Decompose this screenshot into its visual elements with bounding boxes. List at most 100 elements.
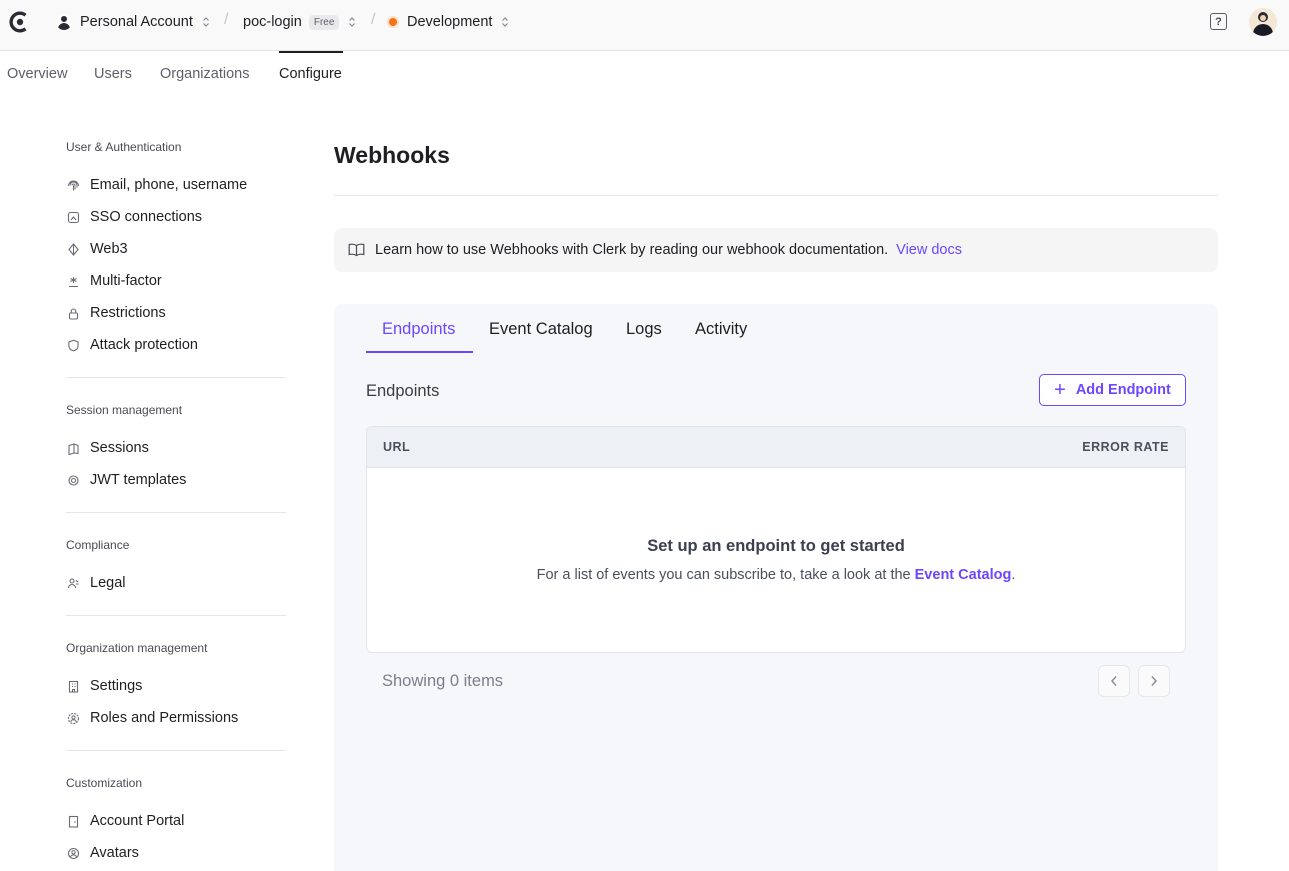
portal-icon (66, 814, 80, 828)
chevron-up-down-icon (348, 16, 356, 28)
column-header-url: URL (383, 440, 411, 454)
breadcrumb-separator: / (371, 11, 376, 28)
column-header-error-rate: ERROR RATE (1082, 440, 1169, 454)
sidebar-item-label: Sessions (90, 440, 149, 456)
sidebar-item-label: Roles and Permissions (90, 710, 239, 726)
sidebar-item-avatars[interactable]: Avatars (66, 845, 139, 861)
sidebar-item-restrictions[interactable]: Restrictions (66, 305, 166, 321)
view-docs-link[interactable]: View docs (896, 242, 962, 258)
table-header: URL ERROR RATE (367, 427, 1185, 468)
clerk-logo-icon[interactable] (9, 11, 31, 33)
sidebar-item-label: Restrictions (90, 305, 166, 321)
lock-icon (66, 306, 80, 320)
sidebar-item-jwt-templates[interactable]: JWT templates (66, 472, 186, 488)
next-page-button[interactable] (1138, 665, 1170, 697)
nav-overview[interactable]: Overview (7, 66, 67, 82)
chevron-right-icon (1151, 676, 1158, 686)
account-avatar (56, 14, 72, 30)
app-name: poc-login (243, 14, 302, 30)
pagination-status: Showing 0 items (382, 672, 504, 690)
sidebar-item-label: Legal (90, 575, 126, 591)
info-banner: Learn how to use Webhooks with Clerk by … (334, 228, 1218, 272)
sidebar-item-account-portal[interactable]: Account Portal (66, 813, 184, 829)
environment-dot-icon (389, 18, 397, 26)
sso-icon (66, 210, 80, 224)
chevron-left-icon (1110, 676, 1117, 686)
tab-event-catalog[interactable]: Event Catalog (489, 320, 593, 339)
title-divider (334, 195, 1218, 196)
sidebar-item-attack-protection[interactable]: Attack protection (66, 337, 198, 353)
sidebar-item-sessions[interactable]: Sessions (66, 440, 149, 456)
empty-state-subtitle: For a list of events you can subscribe t… (367, 567, 1185, 583)
event-catalog-link[interactable]: Event Catalog (915, 567, 1012, 583)
empty-state-period: . (1011, 567, 1016, 583)
tab-activity[interactable]: Activity (695, 320, 747, 339)
info-text: Learn how to use Webhooks with Clerk by … (375, 242, 889, 258)
tab-endpoints[interactable]: Endpoints (382, 320, 455, 339)
sidebar-item-legal[interactable]: Legal (66, 575, 125, 591)
sidebar-divider (66, 512, 286, 513)
section-title: Customization (66, 776, 143, 790)
nav-active-indicator (279, 51, 343, 53)
building-icon (66, 679, 80, 693)
empty-state-text: For a list of events you can subscribe t… (536, 567, 911, 583)
help-icon[interactable]: ? (1210, 13, 1227, 30)
sidebar-item-roles-and-permissions[interactable]: Roles and Permissions (66, 710, 238, 726)
account-name: Personal Account (80, 14, 193, 30)
sidebar-item-email-phone-username[interactable]: Email, phone, username (66, 177, 247, 193)
previous-page-button[interactable] (1098, 665, 1130, 697)
legal-icon (66, 576, 80, 590)
nav-organizations[interactable]: Organizations (160, 66, 249, 82)
section-title: User & Authentication (66, 140, 182, 154)
sidebar-item-label: Settings (90, 678, 143, 694)
primary-nav: Overview Users Organizations Configure (0, 51, 400, 97)
sidebar-item-label: Web3 (90, 241, 128, 257)
breadcrumb-separator: / (224, 11, 229, 28)
sessions-icon (66, 441, 80, 455)
webhooks-panel: Endpoints Event Catalog Logs Activity En… (334, 304, 1218, 871)
section-title: Organization management (66, 641, 208, 655)
fingerprint-icon (66, 178, 80, 192)
user-avatar[interactable] (1249, 8, 1277, 36)
page-title: Webhooks (334, 142, 450, 168)
top-bar: Personal Account / poc-login Free / Deve… (0, 0, 1289, 51)
sidebar-item-label: SSO connections (90, 209, 203, 225)
section-title: Session management (66, 403, 183, 417)
environment-name: Development (407, 14, 493, 30)
sidebar-item-web3[interactable]: Web3 (66, 241, 128, 257)
jwt-icon (66, 473, 80, 487)
plus-icon: + (1054, 379, 1066, 401)
plan-badge: Free (308, 14, 340, 30)
sidebar-item-multi-factor[interactable]: Multi-factor (66, 273, 162, 289)
nav-configure[interactable]: Configure (279, 66, 342, 82)
empty-state-title: Set up an endpoint to get started (647, 537, 905, 555)
avatar-icon (66, 846, 80, 860)
add-endpoint-button[interactable]: + Add Endpoint (1039, 374, 1186, 406)
app-switcher[interactable]: poc-login Free (243, 12, 356, 32)
endpoints-table: URL ERROR RATE Set up an endpoint to get… (366, 426, 1186, 653)
sidebar-item-label: Multi-factor (90, 273, 162, 289)
account-switcher[interactable]: Personal Account (56, 12, 210, 32)
roles-icon (66, 711, 80, 725)
shield-icon (66, 338, 80, 352)
sidebar-item-label: Account Portal (90, 813, 185, 829)
sidebar-item-label: JWT templates (90, 472, 187, 488)
sidebar-item-sso-connections[interactable]: SSO connections (66, 209, 202, 225)
book-icon (348, 243, 365, 257)
web3-icon (66, 242, 80, 256)
add-endpoint-label: Add Endpoint (1075, 382, 1171, 398)
tab-active-indicator (366, 351, 473, 353)
environment-switcher[interactable]: Development (389, 12, 509, 32)
tab-logs[interactable]: Logs (626, 320, 662, 339)
sidebar-divider (66, 615, 286, 616)
asterisk-icon (66, 274, 80, 288)
sidebar-divider (66, 377, 286, 378)
sidebar-item-label: Email, phone, username (90, 177, 248, 193)
sidebar-item-settings[interactable]: Settings (66, 678, 142, 694)
section-title: Compliance (66, 538, 130, 552)
chevron-up-down-icon (501, 16, 509, 28)
chevron-up-down-icon (202, 16, 210, 28)
nav-users[interactable]: Users (94, 66, 132, 82)
endpoints-heading: Endpoints (366, 382, 440, 400)
sidebar-item-label: Attack protection (90, 337, 198, 353)
